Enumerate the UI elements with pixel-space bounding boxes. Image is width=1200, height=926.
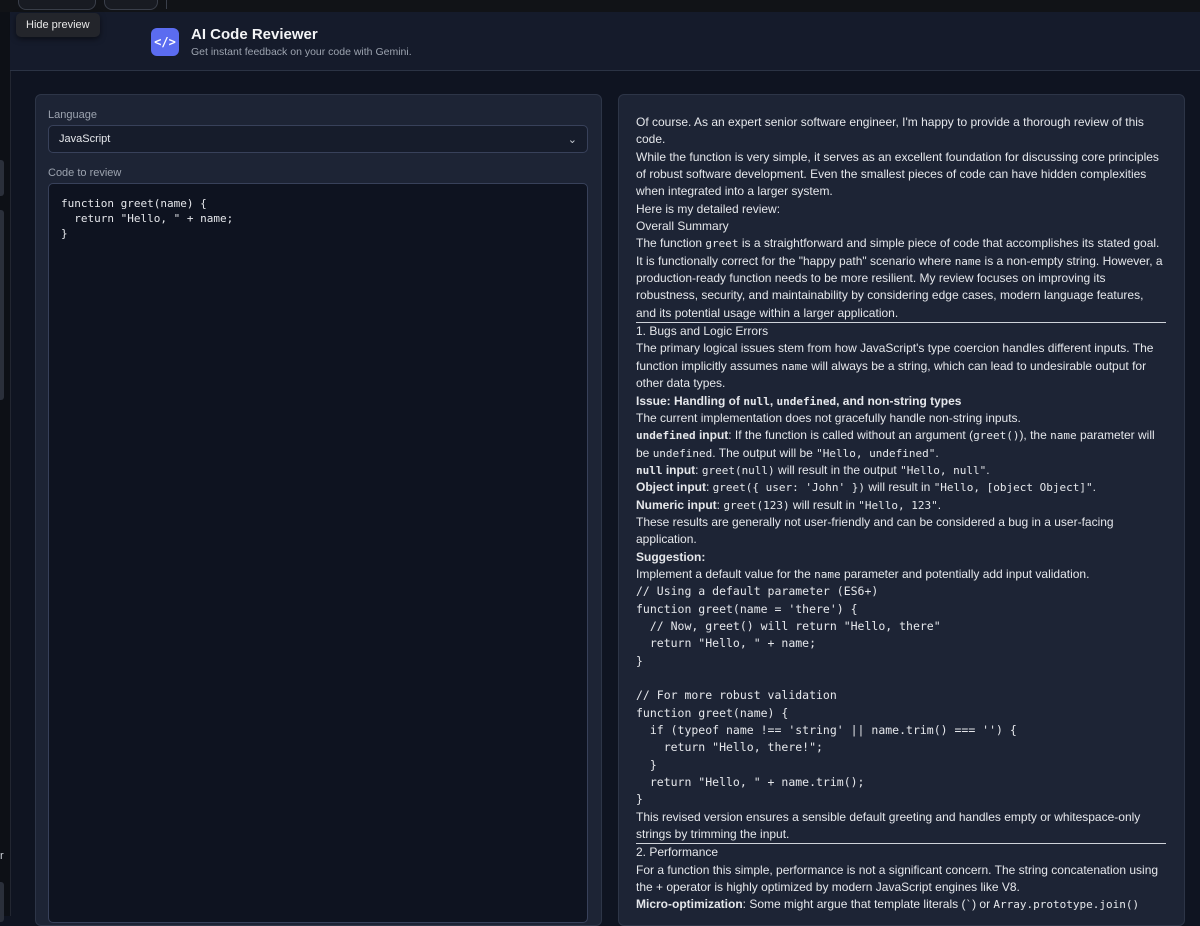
bugs-heading: 1. Bugs and Logic Errors [636,324,769,339]
overall-summary-heading: Overall Summary [636,219,729,234]
code-icon: </> [151,28,179,56]
null-input-item: null input: greet(null) will result in t… [636,462,990,477]
implement-text: Implement a default value for the name p… [636,566,1090,581]
undefined-input-item: undefined input: If the function is call… [636,428,1155,460]
app-subtitle: Get instant feedback on your code with G… [191,46,412,58]
chevron-down-icon: ⌄ [567,133,577,146]
app-title: AI Code Reviewer [191,26,318,43]
overall-summary-text: The function greet is a straightforward … [636,236,1163,320]
review-intro-lead: Here is my detailed review: [636,201,781,216]
language-value: JavaScript [59,133,111,145]
issue-heading: Issue: Handling of null, undefined, and … [636,393,962,408]
rail-letter: r [0,850,9,862]
language-label: Language [48,109,97,121]
review-intro-paragraph: While the function is very simple, it se… [636,149,1159,199]
current-impl-text: The current implementation does not grac… [636,410,1021,425]
performance-text: For a function this simple, performance … [636,862,1159,895]
micro-optimization-item: Micro-optimization: Some might argue tha… [636,897,1140,912]
top-divider [166,0,167,9]
rail-handle-bottom[interactable] [0,882,4,922]
review-content: Of course. As an expert senior software … [636,114,1166,914]
revised-text: This revised version ensures a sensible … [636,809,1141,842]
top-tab-button[interactable] [18,0,96,10]
suggestion-label: Suggestion: [636,549,706,564]
results-text: These results are generally not user-fri… [636,514,1114,547]
numeric-input-item: Numeric input: greet(123) will result in… [636,497,942,512]
app-header: </> AI Code Reviewer Get instant feedbac… [10,12,1200,71]
rail-handle[interactable] [0,160,4,196]
rail-handle-long[interactable] [0,210,4,400]
code-sample: // Using a default parameter (ES6+) func… [636,584,1017,807]
input-panel: Language JavaScript ⌄ Code to review fun… [35,94,602,926]
code-label: Code to review [48,167,122,179]
review-panel: Of course. As an expert senior software … [618,94,1185,926]
left-rail: r [0,12,11,922]
hide-preview-tooltip: Hide preview [16,13,100,37]
bugs-text: The primary logical issues stem from how… [636,341,1154,391]
code-input[interactable]: function greet(name) { return "Hello, " … [48,183,588,923]
performance-heading: 2. Performance [636,845,719,860]
language-select[interactable]: JavaScript ⌄ [48,125,588,153]
top-tab-button-secondary[interactable] [104,0,158,10]
review-intro: Of course. As an expert senior software … [636,115,1144,147]
object-input-item: Object input: greet({ user: 'John' }) wi… [636,480,1096,495]
